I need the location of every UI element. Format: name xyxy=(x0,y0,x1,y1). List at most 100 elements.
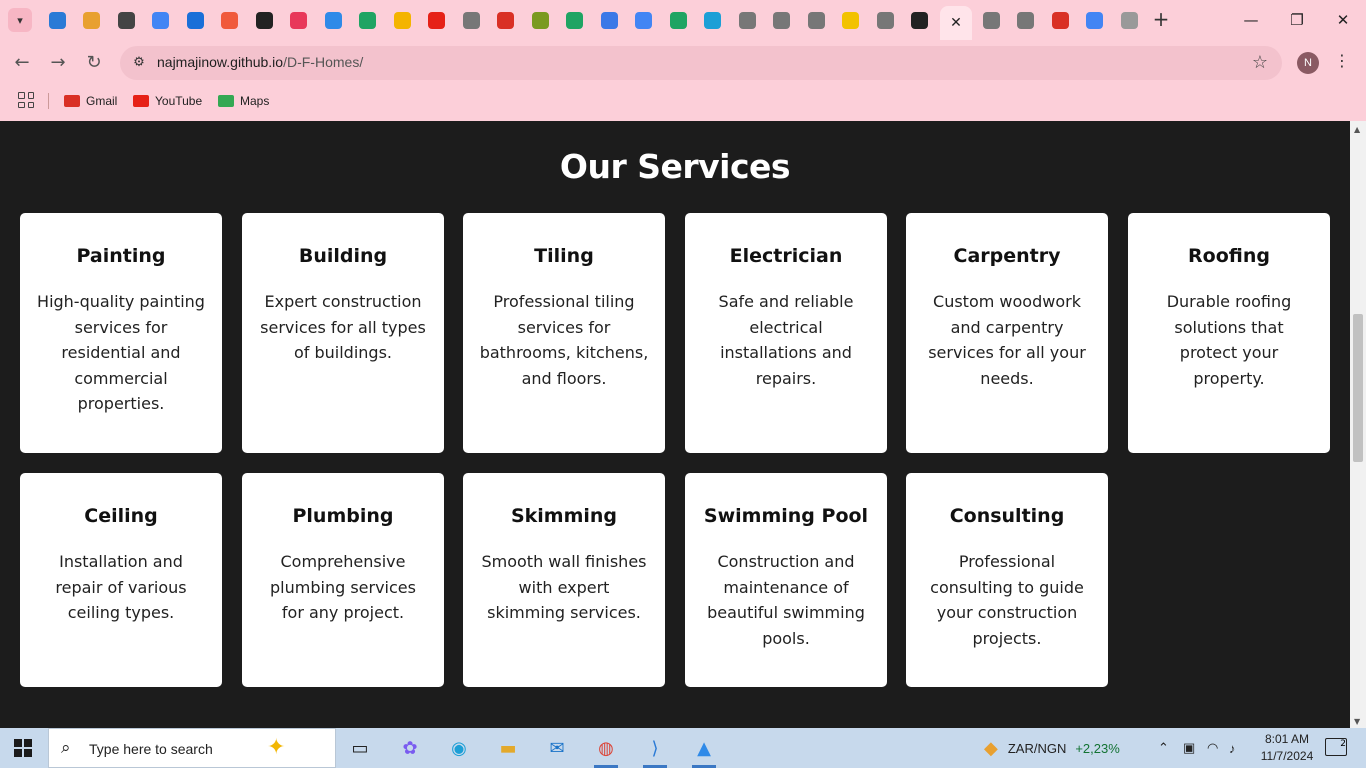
scroll-thumb[interactable] xyxy=(1353,314,1363,462)
browser-tab[interactable] xyxy=(903,8,938,32)
show-hidden-icons[interactable]: ⌃ xyxy=(1158,728,1169,768)
bookmark-youtube[interactable]: YouTube xyxy=(133,92,202,110)
restore-button[interactable]: ❐ xyxy=(1274,0,1320,40)
browser-tab[interactable] xyxy=(178,8,213,32)
active-tab[interactable]: ✕ xyxy=(940,6,972,40)
browser-tab[interactable] xyxy=(247,8,282,32)
taskbar-search-box[interactable]: ⌕ Type here to search ✦ xyxy=(48,728,336,768)
mail-icon[interactable]: ✉ xyxy=(543,734,571,762)
bookmark-maps[interactable]: Maps xyxy=(218,92,269,110)
browser-tab[interactable] xyxy=(144,8,179,32)
browser-tab[interactable] xyxy=(661,8,696,32)
browser-tab[interactable] xyxy=(834,8,869,32)
meet-now-icon[interactable]: ▣ xyxy=(1183,728,1195,768)
url-text[interactable]: najmajinow.github.io/D-F-Homes/ xyxy=(157,54,363,70)
apps-grid-icon[interactable] xyxy=(18,92,34,108)
play-icon xyxy=(669,11,687,29)
menu-icon[interactable]: ⋮ xyxy=(1334,51,1350,70)
browser-tab[interactable] xyxy=(1043,8,1078,32)
search-placeholder: Type here to search xyxy=(89,741,213,757)
vscode-icon[interactable]: ⟩ xyxy=(641,734,669,768)
vscode-icon xyxy=(48,11,66,29)
browser-tab[interactable] xyxy=(316,8,351,32)
browser-tab[interactable] xyxy=(40,8,75,32)
new-tab-button[interactable]: + xyxy=(1150,8,1172,32)
browser-tab[interactable] xyxy=(489,8,524,32)
browser-toolbar: ← → ↻ ⚙ najmajinow.github.io/D-F-Homes/ … xyxy=(0,40,1366,86)
service-description: Construction and maintenance of beautifu… xyxy=(707,552,865,648)
globe-icon xyxy=(1017,11,1035,29)
ticker-widget[interactable]: ◆ ZAR/NGN +2,23% xyxy=(984,728,1120,768)
browser-tab[interactable] xyxy=(109,8,144,32)
browser-tab[interactable] xyxy=(974,8,1009,32)
maps-icon xyxy=(218,95,234,107)
tab-search-button[interactable]: ▾ xyxy=(8,8,32,32)
bolt-icon xyxy=(842,11,860,29)
service-card-skimming: Skimming Smooth wall finishes with exper… xyxy=(463,473,665,687)
back-button[interactable]: ← xyxy=(10,51,34,75)
gmail-icon xyxy=(1051,11,1069,29)
close-window-button[interactable]: ✕ xyxy=(1320,0,1366,40)
browser-tab[interactable] xyxy=(799,8,834,32)
search-icon: ⌕ xyxy=(61,738,71,758)
browser-tab[interactable] xyxy=(730,8,765,32)
docs-icon xyxy=(600,11,618,29)
chrome-icon[interactable]: ◍ xyxy=(592,734,620,768)
youtube-icon xyxy=(133,95,149,107)
service-description: High-quality painting services for resid… xyxy=(37,292,205,413)
minimize-button[interactable]: — xyxy=(1228,0,1274,40)
browser-tab[interactable] xyxy=(385,8,420,32)
service-title: Ceiling xyxy=(84,505,158,527)
taskbar: ⌕ Type here to search ✦ ▭ ✿ ◉ ▬ ✉ ◍ ⟩ ▲ … xyxy=(0,728,1366,768)
browser-tab[interactable] xyxy=(351,8,386,32)
notification-count: 2 xyxy=(1340,739,1346,749)
bookmark-star-icon[interactable]: ☆ xyxy=(1252,52,1268,73)
chat-icon xyxy=(221,11,239,29)
browser-tab[interactable] xyxy=(75,8,110,32)
browser-tab[interactable] xyxy=(1078,8,1113,32)
service-title: Carpentry xyxy=(953,245,1061,267)
browser-tab[interactable] xyxy=(765,8,800,32)
browser-tab[interactable] xyxy=(558,8,593,32)
page-scrollbar[interactable]: ▲ ▼ xyxy=(1350,121,1366,728)
forward-button[interactable]: → xyxy=(46,51,70,75)
service-description: Expert construction services for all typ… xyxy=(260,292,426,362)
browser-tab[interactable] xyxy=(213,8,248,32)
file-explorer-icon[interactable]: ▬ xyxy=(494,734,522,762)
service-description: Installation and repair of various ceili… xyxy=(55,552,187,622)
taskbar-clock[interactable]: 8:01 AM 11/7/2024 xyxy=(1252,731,1322,765)
service-title: Painting xyxy=(76,245,166,267)
volume-icon[interactable]: ♪ xyxy=(1229,728,1236,768)
windows-start-icon[interactable] xyxy=(14,739,32,757)
edge-icon[interactable]: ◉ xyxy=(445,734,473,762)
edge-icon xyxy=(704,11,722,29)
browser-tab[interactable] xyxy=(696,8,731,32)
browser-tab[interactable] xyxy=(420,8,455,32)
browser-tab[interactable] xyxy=(1009,8,1044,32)
scroll-up-arrow-icon[interactable]: ▲ xyxy=(1354,125,1360,134)
service-card-building: Building Expert construction services fo… xyxy=(242,213,444,453)
browser-tab[interactable] xyxy=(627,8,662,32)
address-bar[interactable]: ⚙ najmajinow.github.io/D-F-Homes/ ☆ xyxy=(120,46,1282,80)
photos-icon[interactable]: ▲ xyxy=(690,734,718,768)
browser-tab[interactable] xyxy=(282,8,317,32)
site-info-icon[interactable]: ⚙ xyxy=(130,54,148,72)
wifi-icon[interactable]: ◠ xyxy=(1207,728,1218,768)
browser-tab[interactable] xyxy=(868,8,903,32)
browser-tab[interactable] xyxy=(454,8,489,32)
profile-avatar[interactable]: N xyxy=(1297,52,1319,74)
browser-chrome: ▾ ✕ + — ❐ ✕ ← → ↻ ⚙ najmajinow.github.io… xyxy=(0,0,1366,121)
copilot-icon[interactable]: ✿ xyxy=(396,734,424,762)
bookmark-label: Maps xyxy=(240,94,270,108)
close-tab-icon[interactable]: ✕ xyxy=(950,15,962,31)
browser-tab[interactable] xyxy=(592,8,627,32)
task-view-icon[interactable]: ▭ xyxy=(346,734,374,762)
notification-center-icon[interactable]: 2 xyxy=(1325,738,1347,756)
scroll-down-arrow-icon[interactable]: ▼ xyxy=(1354,717,1360,726)
browser-tab[interactable] xyxy=(1112,8,1147,32)
browser-tab[interactable] xyxy=(523,8,558,32)
ticker-value: +2,23% xyxy=(1075,740,1120,756)
bookmark-gmail[interactable]: Gmail xyxy=(64,92,117,110)
reload-button[interactable]: ↻ xyxy=(82,51,106,75)
drive-icon xyxy=(566,11,584,29)
